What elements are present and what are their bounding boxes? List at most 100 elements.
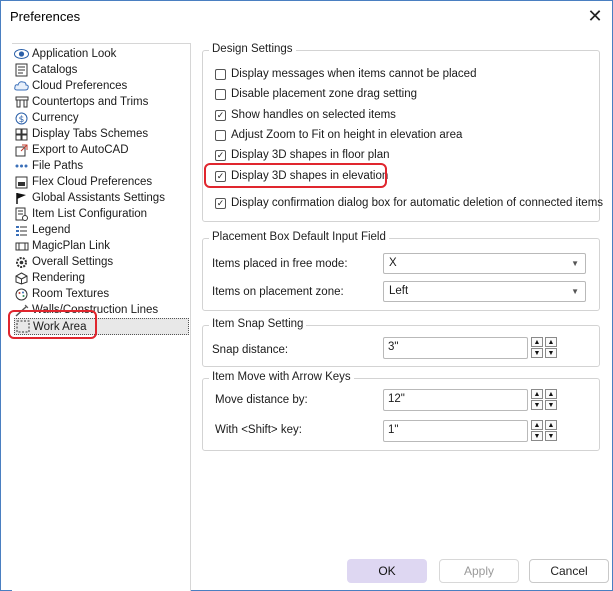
currency-icon: $: [14, 111, 29, 125]
checkbox-checked[interactable]: ✓: [215, 170, 226, 182]
tree-item-overall-settings[interactable]: Overall Settings: [14, 254, 190, 270]
option-disable-placement-zone-drag[interactable]: Disable placement zone drag setting: [215, 88, 417, 100]
tree-item-catalogs[interactable]: Catalogs: [14, 62, 190, 78]
tree-item-label: Currency: [32, 112, 79, 124]
chevron-up-icon: ▲: [533, 421, 541, 429]
tree-item-label: Export to AutoCAD: [32, 144, 129, 156]
tree-item-work-area[interactable]: Work Area: [14, 318, 189, 335]
tree-item-room-textures[interactable]: Room Textures: [14, 286, 190, 302]
option-3d-elevation[interactable]: ✓ Display 3D shapes in elevation: [215, 170, 388, 182]
tree-item-currency[interactable]: $ Currency: [14, 110, 190, 126]
chevron-up-icon: ▲: [533, 338, 541, 346]
shift-distance-value: 1": [388, 424, 399, 436]
decrement-button[interactable]: ▼: [545, 400, 557, 410]
placement-zone-label: Items on placement zone:: [212, 286, 344, 298]
option-3d-floor-plan[interactable]: ✓ Display 3D shapes in floor plan: [215, 149, 390, 161]
snap-distance-label: Snap distance:: [212, 344, 289, 356]
tree-item-walls-construction-lines[interactable]: Walls/Construction Lines: [14, 302, 190, 318]
increment-button[interactable]: ▲: [531, 389, 543, 399]
tree-item-global-assistants-settings[interactable]: Global Assistants Settings: [14, 190, 190, 206]
tree-item-label: Legend: [32, 224, 71, 236]
shift-distance-stepper[interactable]: ▲ ▼ ▲ ▼: [531, 420, 558, 442]
link-icon: [14, 239, 29, 253]
decrement-button[interactable]: ▼: [531, 431, 543, 441]
tree-item-label: Overall Settings: [32, 256, 114, 268]
tree-item-application-look[interactable]: Application Look: [14, 46, 190, 62]
tree-item-item-list-configuration[interactable]: Item List Configuration: [14, 206, 190, 222]
option-show-handles[interactable]: ✓ Show handles on selected items: [215, 109, 396, 121]
tree-item-label: Rendering: [32, 272, 86, 284]
move-distance-value: 12": [388, 393, 405, 405]
tree-item-cloud-preferences[interactable]: Cloud Preferences: [14, 78, 190, 94]
checkmark-icon: ✓: [216, 109, 225, 120]
cancel-button[interactable]: Cancel: [529, 559, 609, 583]
texture-icon: [14, 287, 29, 301]
tree-item-magicplan-link[interactable]: MagicPlan Link: [14, 238, 190, 254]
shift-key-label: With <Shift> key:: [215, 424, 302, 436]
ok-button[interactable]: OK: [347, 559, 427, 583]
tree-item-export-to-autocad[interactable]: Export to AutoCAD: [14, 142, 190, 158]
increment-button[interactable]: ▲: [545, 337, 557, 347]
tree-item-file-paths[interactable]: File Paths: [14, 158, 190, 174]
tree-item-label: Work Area: [33, 320, 87, 333]
tree-item-legend[interactable]: Legend: [14, 222, 190, 238]
export-icon: [14, 143, 29, 157]
move-distance-stepper[interactable]: ▲ ▼ ▲ ▼: [531, 389, 558, 411]
checkbox-checked[interactable]: ✓: [215, 197, 226, 209]
increment-button[interactable]: ▲: [531, 420, 543, 430]
option-label: Disable placement zone drag setting: [231, 88, 418, 100]
placement-box-group: Placement Box Default Input Field Items …: [202, 231, 600, 311]
preferences-tree: Application Look Catalogs Cloud Preferen…: [12, 43, 191, 591]
option-label: Display 3D shapes in floor plan: [231, 149, 390, 161]
chevron-up-icon: ▲: [533, 390, 541, 398]
checkbox-checked[interactable]: ✓: [215, 149, 226, 161]
increment-button[interactable]: ▲: [545, 389, 557, 399]
option-confirmation-dialog[interactable]: ✓ Display confirmation dialog box for au…: [215, 197, 603, 209]
chevron-down-icon: ▼: [547, 401, 555, 409]
decrement-button[interactable]: ▼: [545, 431, 557, 441]
work-area-icon: [15, 320, 30, 334]
free-mode-select[interactable]: X ▼: [383, 253, 586, 274]
close-icon: ✕: [587, 5, 603, 26]
tree-item-rendering[interactable]: Rendering: [14, 270, 190, 286]
tree-item-label: Countertops and Trims: [32, 96, 149, 108]
option-display-messages[interactable]: Display messages when items cannot be pl…: [215, 68, 476, 80]
tree-item-label: Walls/Construction Lines: [32, 304, 159, 316]
checkbox-unchecked[interactable]: [215, 129, 226, 141]
chevron-up-icon: ▲: [547, 338, 555, 346]
increment-button[interactable]: ▲: [545, 420, 557, 430]
option-adjust-zoom[interactable]: Adjust Zoom to Fit on height in elevatio…: [215, 129, 462, 141]
placement-zone-select[interactable]: Left ▼: [383, 281, 586, 302]
chevron-down-icon: ▼: [533, 432, 541, 440]
tree-item-label: Display Tabs Schemes: [32, 128, 149, 140]
checkbox-checked[interactable]: ✓: [215, 109, 226, 121]
legend-icon: [14, 223, 29, 237]
shift-distance-input[interactable]: 1": [383, 420, 528, 442]
close-button[interactable]: ✕: [582, 3, 608, 29]
checkbox-unchecked[interactable]: [215, 88, 226, 100]
flex-cloud-icon: [14, 175, 29, 189]
flag-icon: [14, 191, 29, 205]
checkbox-unchecked[interactable]: [215, 68, 226, 80]
decrement-button[interactable]: ▼: [531, 400, 543, 410]
move-distance-input[interactable]: 12": [383, 389, 528, 411]
tree-item-display-tabs-schemes[interactable]: Display Tabs Schemes: [14, 126, 190, 142]
checkmark-icon: ✓: [216, 149, 225, 160]
snap-distance-stepper[interactable]: ▲ ▼ ▲ ▼: [531, 337, 558, 359]
chevron-up-icon: ▲: [547, 390, 555, 398]
chevron-up-icon: ▲: [547, 421, 555, 429]
tree-item-flex-cloud-preferences[interactable]: Flex Cloud Preferences: [14, 174, 190, 190]
snap-distance-value: 3": [388, 341, 399, 353]
increment-button[interactable]: ▲: [531, 337, 543, 347]
snap-distance-input[interactable]: 3": [383, 337, 528, 359]
decrement-button[interactable]: ▼: [545, 348, 557, 358]
checkmark-icon: ✓: [216, 197, 225, 208]
countertop-icon: [14, 95, 29, 109]
apply-button[interactable]: Apply: [439, 559, 519, 583]
tree-item-countertops-and-trims[interactable]: Countertops and Trims: [14, 94, 190, 110]
checkmark-icon: ✓: [216, 170, 225, 181]
decrement-button[interactable]: ▼: [531, 348, 543, 358]
wall-icon: [14, 303, 29, 317]
chevron-down-icon: ▼: [533, 349, 541, 357]
tree-item-label: Cloud Preferences: [32, 80, 128, 92]
